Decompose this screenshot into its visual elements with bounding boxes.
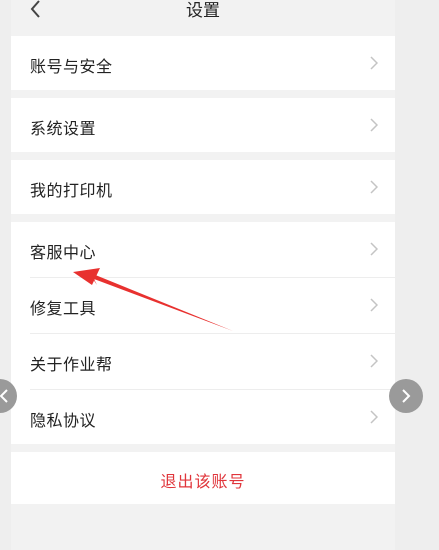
menu-item-label: 我的打印机 xyxy=(30,181,113,200)
prev-image-button[interactable] xyxy=(0,379,17,413)
screen: 设置 账号与安全 系统设置 我的打印机 客服中心 修复工具 关于作业帮 隐私协议… xyxy=(0,0,439,550)
chevron-right-icon xyxy=(370,298,378,312)
menu-item-label: 隐私协议 xyxy=(30,411,97,430)
chevron-left-icon xyxy=(0,389,8,403)
chevron-right-icon xyxy=(402,389,411,403)
menu-item-customer-service[interactable]: 客服中心 xyxy=(11,222,395,277)
chevron-right-icon xyxy=(370,410,378,424)
page-title: 设置 xyxy=(186,1,220,21)
menu-item-label: 客服中心 xyxy=(30,243,97,262)
menu-item-label: 修复工具 xyxy=(30,299,97,318)
menu-group-support: 客服中心 修复工具 关于作业帮 隐私协议 xyxy=(11,222,395,444)
logout-button[interactable]: 退出该账号 xyxy=(11,452,395,504)
chevron-right-icon xyxy=(370,242,378,256)
nav-bar: 设置 xyxy=(11,0,395,26)
menu-item-label: 关于作业帮 xyxy=(30,355,113,374)
settings-page: 设置 账号与安全 系统设置 我的打印机 客服中心 修复工具 关于作业帮 隐私协议… xyxy=(11,0,395,550)
chevron-right-icon xyxy=(370,56,378,70)
chevron-right-icon xyxy=(370,180,378,194)
chevron-right-icon xyxy=(370,118,378,132)
next-image-button[interactable] xyxy=(389,379,423,413)
menu-item-label: 系统设置 xyxy=(30,119,97,138)
menu-item-privacy[interactable]: 隐私协议 xyxy=(11,390,395,444)
menu-item-my-printer[interactable]: 我的打印机 xyxy=(11,160,395,214)
menu-item-account-security[interactable]: 账号与安全 xyxy=(11,36,395,90)
chevron-right-icon xyxy=(370,354,378,368)
logout-label: 退出该账号 xyxy=(160,472,246,491)
menu-item-repair-tool[interactable]: 修复工具 xyxy=(11,278,395,333)
menu-item-system-settings[interactable]: 系统设置 xyxy=(11,98,395,152)
menu-item-label: 账号与安全 xyxy=(30,57,113,76)
menu-item-about[interactable]: 关于作业帮 xyxy=(11,334,395,389)
